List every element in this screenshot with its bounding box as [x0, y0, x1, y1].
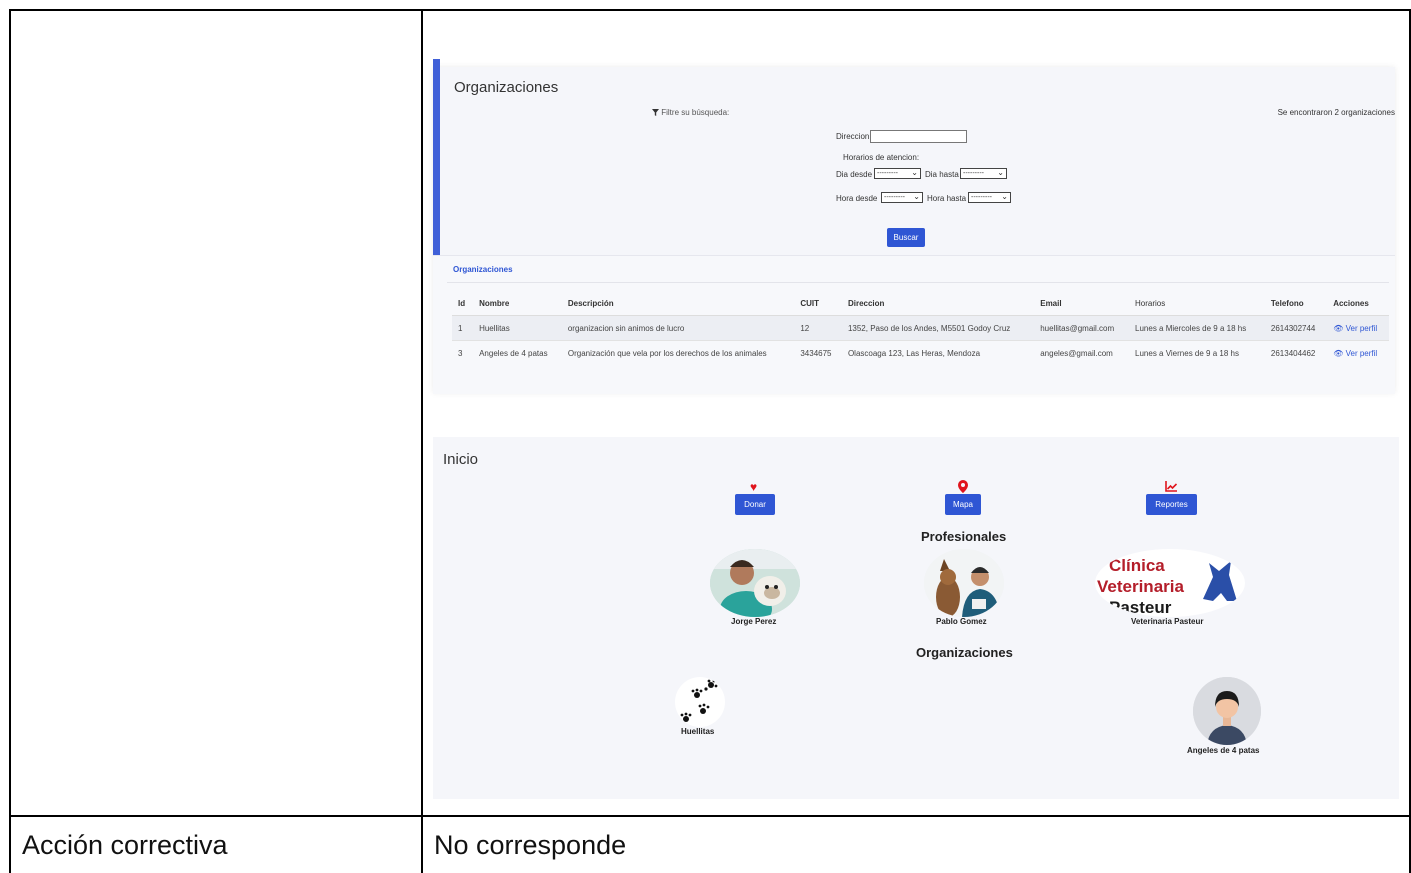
profesional-avatar[interactable] — [710, 549, 800, 617]
user-avatar-icon — [1193, 677, 1261, 745]
map-pin-icon — [958, 480, 968, 495]
organizacion-avatar[interactable] — [1193, 677, 1261, 745]
paw-icon — [680, 679, 718, 722]
chart-line-icon — [1165, 481, 1178, 494]
cell-descripcion: organizacion sin animos de lucro — [561, 315, 795, 341]
cell-nombre: Angeles de 4 patas — [473, 340, 562, 365]
organizacion-name: Huellitas — [681, 727, 715, 736]
organizaciones-list-card: Organizaciones Id Nombre Descripción CUI… — [433, 255, 1395, 394]
cell-cuit: 3434675 — [794, 340, 842, 365]
page-title: Inicio — [443, 451, 479, 468]
dia-hasta-label: Dia hasta — [925, 170, 959, 179]
cell-nombre: Huellitas — [473, 315, 562, 341]
table-row: 3 Angeles de 4 patas Organización que ve… — [452, 340, 1389, 365]
horarios-label: Horarios de atencion: — [843, 153, 920, 162]
cell-email: angeles@gmail.com — [1034, 340, 1130, 365]
dia-hasta-select[interactable]: --------- ⌄ — [960, 168, 1007, 179]
cell-horarios: Lunes a Miercoles de 9 a 18 hs — [1129, 315, 1265, 341]
heart-icon: ♥ — [750, 480, 758, 494]
column-header: Telefono — [1264, 292, 1328, 316]
cell-cuit: 12 — [794, 315, 842, 341]
organizacion-avatar[interactable] — [675, 677, 725, 727]
results-count: Se encontraron 2 organizaciones — [1277, 108, 1395, 117]
table-header-row: Id Nombre Descripción CUIT Direccion Ema… — [452, 292, 1389, 316]
profesional-name: Jorge Perez — [731, 617, 777, 626]
reportes-button[interactable]: Reportes — [1146, 494, 1197, 515]
cell-descripcion: Organización que vela por los derechos d… — [561, 340, 795, 365]
hora-hasta-select[interactable]: --------- ⌄ — [968, 192, 1011, 203]
organizaciones-heading: Organizaciones — [916, 645, 1013, 660]
filter-icon — [652, 108, 661, 117]
chevron-down-icon: ⌄ — [997, 168, 1004, 177]
direccion-label: Direccion — [836, 132, 870, 141]
hora-hasta-label: Hora hasta — [927, 194, 967, 203]
table-row-divider — [9, 815, 1411, 817]
list-header: Organizaciones — [453, 265, 513, 274]
ver-perfil-link[interactable]: 👁 Ver perfil — [1327, 340, 1389, 365]
table-column-divider — [421, 9, 423, 873]
clinica-logo[interactable]: Clínica Veterinaria Pasteur — [1095, 549, 1245, 617]
dia-desde-select[interactable]: --------- ⌄ — [874, 168, 921, 179]
profesional-name: Veterinaria Pasteur — [1131, 617, 1204, 626]
column-header: Descripción — [561, 292, 795, 316]
row-label: Acción correctiva — [22, 830, 228, 860]
ver-perfil-link[interactable]: 👁 Ver perfil — [1327, 315, 1389, 341]
table-row: 1 Huellitas organizacion sin animos de l… — [452, 315, 1389, 341]
cell-telefono: 2614302744 — [1264, 315, 1328, 341]
cell-direccion: Olascoaga 123, Las Heras, Mendoza — [841, 340, 1035, 365]
profesional-name: Pablo Gomez — [936, 617, 987, 626]
buscar-button[interactable]: Buscar — [887, 228, 925, 247]
cell-email: huellitas@gmail.com — [1034, 315, 1130, 341]
dia-desde-label: Dia desde — [836, 170, 873, 179]
logo-text: Clínica — [1109, 556, 1165, 575]
column-header: Id — [452, 292, 474, 316]
column-header: Direccion — [841, 292, 1035, 316]
column-header: Horarios — [1129, 292, 1265, 316]
filter-label: Filtre su búsqueda: — [652, 108, 729, 117]
profesional-avatar[interactable] — [924, 549, 1004, 617]
donar-button[interactable]: Donar — [735, 494, 775, 515]
chevron-down-icon: ⌄ — [1001, 192, 1008, 201]
page-title: Organizaciones — [454, 79, 559, 96]
direccion-input[interactable] — [870, 130, 967, 143]
cell-id: 1 — [452, 315, 474, 341]
cell-direccion: 1352, Paso de los Andes, M5501 Godoy Cru… — [841, 315, 1035, 341]
logo-text: Pasteur — [1109, 598, 1172, 617]
column-header: CUIT — [794, 292, 842, 316]
column-header: Nombre — [473, 292, 562, 316]
organizaciones-screenshot: Organizaciones Filtre su búsqueda: Se en… — [433, 59, 1395, 394]
profesionales-heading: Profesionales — [921, 529, 1007, 544]
logo-text: Veterinaria — [1097, 577, 1184, 596]
chevron-down-icon: ⌄ — [913, 192, 920, 201]
column-header: Email — [1034, 292, 1130, 316]
organizaciones-table: Id Nombre Descripción CUIT Direccion Ema… — [452, 292, 1389, 365]
divider — [447, 282, 1389, 283]
eye-icon: 👁 — [1333, 348, 1344, 358]
column-header: Acciones — [1327, 292, 1389, 316]
mapa-button[interactable]: Mapa — [945, 494, 981, 515]
chevron-down-icon: ⌄ — [911, 168, 918, 177]
organizacion-name: Angeles de 4 patas — [1187, 746, 1260, 755]
hora-desde-select[interactable]: --------- ⌄ — [881, 192, 923, 203]
cell-telefono: 2613404462 — [1264, 340, 1328, 365]
row-value: No corresponde — [434, 830, 627, 860]
cell-id: 3 — [452, 340, 474, 365]
cell-horarios: Lunes a Viernes de 9 a 18 hs — [1129, 340, 1265, 365]
inicio-screenshot: Inicio ♥ Donar Mapa Reportes Profesional… — [433, 437, 1399, 799]
hora-desde-label: Hora desde — [836, 194, 878, 203]
eye-icon: 👁 — [1333, 323, 1344, 333]
